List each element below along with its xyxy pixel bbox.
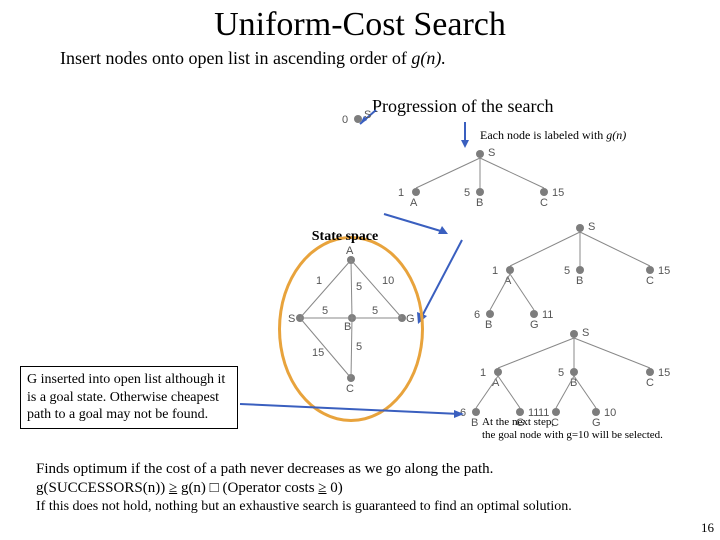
t3-vg: 11 (542, 309, 553, 321)
subtitle-gn: g(n). (411, 48, 446, 68)
t2-vb: 5 (464, 187, 470, 199)
t3-vb: 5 (564, 265, 570, 277)
g-G: G (406, 313, 415, 325)
bottom-l2b: ≥ (169, 480, 177, 496)
g-SA: 1 (316, 275, 322, 287)
nextstep-note: At the next step, the goal node with g=1… (482, 416, 663, 442)
g-S: S (288, 313, 295, 325)
gnote-box: G inserted into open list although it is… (20, 366, 238, 429)
t4-B2: B (471, 417, 478, 429)
t2-va: 1 (398, 187, 404, 199)
bottom-l2e: 0) (327, 480, 343, 496)
t2-S: S (488, 147, 495, 159)
g-B: B (344, 321, 351, 333)
t1-S: S (364, 109, 371, 121)
g-BG: 5 (372, 305, 378, 317)
nextstep-l2: the goal node with g=10 will be selected… (482, 429, 663, 442)
tree-step3: S A B C 1 5 15 B G 6 11 (470, 218, 690, 338)
gnote-arrow-icon (238, 398, 468, 428)
bottom-l2a: g(SUCCESSORS(n)) (36, 480, 169, 496)
subtitle: Insert nodes onto open list in ascending… (0, 48, 720, 69)
t2-vc: 15 (552, 187, 564, 199)
t4-vc: 15 (658, 367, 670, 379)
t3-vc: 15 (658, 265, 670, 277)
g-C: C (346, 383, 354, 395)
t4-va: 1 (480, 367, 486, 379)
tree-step1: 0 S (336, 108, 372, 130)
t2-A: A (410, 197, 418, 209)
t3-B: B (576, 275, 583, 287)
t3-C: C (646, 275, 654, 287)
page-number: 16 (701, 520, 714, 536)
progression-label: Progression of the search (372, 96, 553, 117)
eachnode-label: Each node is labeled with g(n) (480, 128, 626, 143)
bottom-l2c: g(n) □ (Operator costs (177, 480, 318, 496)
bottom-l1: Finds optimum if the cost of a path neve… (36, 461, 493, 477)
nextstep-l1: At the next step, (482, 416, 663, 429)
t4-vb: 5 (558, 367, 564, 379)
g-AB: 5 (356, 281, 362, 293)
eachnode-text: Each node is labeled with (480, 128, 606, 142)
g-SB: 5 (322, 305, 328, 317)
g-BC: 5 (356, 341, 362, 353)
t4-S: S (582, 327, 589, 339)
bottom-para: Finds optimum if the cost of a path neve… (36, 460, 696, 498)
g-AG: 10 (382, 275, 394, 287)
g-A: A (346, 246, 354, 257)
t2-B: B (476, 197, 483, 209)
eachnode-gn: g(n) (606, 128, 626, 142)
t2-C: C (540, 197, 548, 209)
tree-step2: S A B C 1 5 15 (380, 144, 580, 212)
stage-arrow-1-icon (382, 212, 452, 238)
t4-C: C (646, 377, 654, 389)
t3-S: S (588, 221, 595, 233)
t1-val: 0 (342, 114, 348, 126)
bottom-para2: If this does not hold, nothing but an ex… (36, 498, 696, 516)
bottom-l2d: ≥ (318, 480, 326, 496)
state-space-label: State space (298, 228, 392, 246)
page-title: Uniform-Cost Search (0, 0, 720, 44)
g-SC: 15 (312, 347, 324, 359)
subtitle-text: Insert nodes onto open list in ascending… (60, 48, 411, 68)
state-space-graph: A S B G C 1 5 15 5 10 5 5 (286, 246, 416, 416)
t3-vb2: 6 (474, 309, 480, 321)
t3-va: 1 (492, 265, 498, 277)
